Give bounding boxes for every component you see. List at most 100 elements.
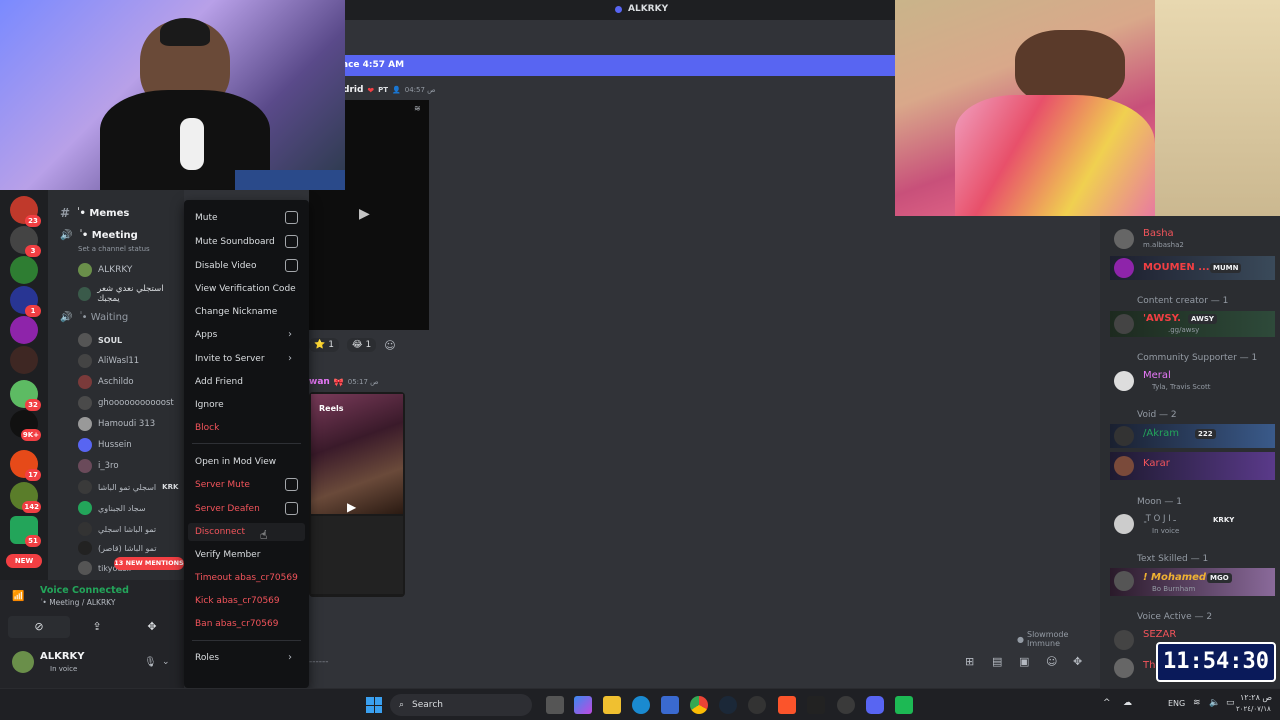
channel-meeting[interactable]: 🔊 ٰ • Meeting: [60, 230, 138, 241]
server-icon[interactable]: [10, 256, 38, 284]
checkbox[interactable]: [285, 259, 298, 272]
member-name[interactable]: Meral: [1143, 370, 1171, 381]
settings-gear-icon[interactable]: [748, 696, 766, 714]
edge-icon[interactable]: [632, 696, 650, 714]
server-icon[interactable]: 17: [10, 450, 41, 481]
menu-item-disconnect[interactable]: Disconnect: [195, 527, 245, 537]
menu-item-verify-member[interactable]: Verify Member: [195, 550, 260, 560]
server-icon[interactable]: 32: [10, 380, 41, 411]
file-explorer-icon[interactable]: [603, 696, 621, 714]
avatar[interactable]: [1114, 314, 1134, 334]
menu-item-server-mute[interactable]: Server Mute: [195, 480, 250, 490]
emoji-icon[interactable]: ☺: [1046, 655, 1057, 668]
username[interactable]: ALKRKY: [40, 651, 85, 662]
microphone-icon[interactable]: 🎙: [144, 657, 157, 668]
menu-item-change-nickname[interactable]: Change Nickname: [195, 307, 277, 317]
checkbox[interactable]: [285, 211, 298, 224]
server-icon[interactable]: 9K+: [10, 410, 41, 441]
member-name[interactable]: 'AWSY.: [1143, 313, 1181, 324]
reaction[interactable]: ⭐ 1: [309, 338, 339, 352]
add-server-icon[interactable]: 51: [10, 516, 41, 547]
menu-item-mute[interactable]: Mute: [195, 213, 218, 223]
reaction[interactable]: 😂 1: [346, 338, 377, 352]
voice-user[interactable]: ghooooooooooost: [78, 396, 174, 410]
menu-item-server-deafen[interactable]: Server Deafen: [195, 504, 260, 514]
menu-item-timeout[interactable]: Timeout abas_cr70569: [195, 573, 298, 583]
voice-user[interactable]: Hussein: [78, 438, 132, 452]
member-name[interactable]: SEZAR: [1143, 629, 1176, 640]
chevron-up-icon[interactable]: ^: [1103, 698, 1111, 708]
server-icon[interactable]: [10, 346, 38, 374]
voice-user[interactable]: i_3ro: [78, 459, 119, 473]
voice-user[interactable]: سجاد الجبناوي: [78, 501, 146, 515]
activities-icon[interactable]: ✥: [124, 616, 180, 638]
voice-channel[interactable]: ٰ • Meeting / ALKRKY: [40, 598, 115, 607]
channel-memes[interactable]: # ٰ • Memes: [60, 206, 129, 220]
chevron-down-icon[interactable]: ⌄: [162, 657, 170, 667]
member-name[interactable]: Karar: [1143, 458, 1170, 469]
new-mentions-pill[interactable]: 13 NEW MENTIONS: [114, 557, 184, 570]
taskbar-search[interactable]: ⌕ Search: [390, 694, 532, 716]
server-icon[interactable]: 3: [10, 226, 41, 257]
app-icon[interactable]: [837, 696, 855, 714]
avatar[interactable]: [1114, 630, 1134, 650]
avatar[interactable]: [1114, 514, 1134, 534]
reel-attachment[interactable]: Reels ▶: [309, 392, 405, 597]
voice-user[interactable]: استجلي نعدي شعر يمجبك: [78, 284, 184, 304]
settings-icon[interactable]: ≋: [414, 104, 421, 113]
play-icon[interactable]: ▶: [359, 206, 370, 222]
taskbar-time[interactable]: ص ١٢:٢٨: [1240, 693, 1272, 702]
menu-item-disable-video[interactable]: Disable Video: [195, 261, 256, 271]
avatar[interactable]: [1114, 258, 1134, 278]
avatar[interactable]: [1114, 571, 1134, 591]
menu-item-roles[interactable]: Roles: [195, 653, 219, 663]
checkbox[interactable]: [285, 502, 298, 515]
gift-icon[interactable]: ⊞: [965, 655, 974, 668]
avatar[interactable]: [1114, 456, 1134, 476]
menu-item-ban[interactable]: Ban abas_cr70569: [195, 619, 278, 629]
avatar[interactable]: [1114, 426, 1134, 446]
windows-start-icon[interactable]: [366, 697, 382, 713]
task-view-icon[interactable]: [546, 696, 564, 714]
new-badge[interactable]: NEW: [6, 554, 42, 568]
member-name[interactable]: MOUMEN ...: [1143, 262, 1210, 273]
menu-item-invite-to-server[interactable]: Invite to Server: [195, 354, 265, 364]
voice-user[interactable]: AliWasl11: [78, 354, 139, 368]
avatar[interactable]: [1114, 371, 1134, 391]
cloud-icon[interactable]: ☁: [1123, 698, 1132, 708]
app-icon[interactable]: [895, 696, 913, 714]
checkbox[interactable]: [285, 235, 298, 248]
message-author[interactable]: wan: [309, 377, 330, 387]
channel-status-text[interactable]: Set a channel status: [78, 245, 150, 253]
volume-icon[interactable]: 🔈: [1209, 698, 1220, 708]
discord-icon[interactable]: [866, 696, 884, 714]
add-reaction-icon[interactable]: ☺: [384, 339, 395, 352]
avatar[interactable]: [1114, 229, 1134, 249]
voice-user[interactable]: (قاصر) تمو الباشا: [78, 541, 156, 555]
capcut-icon[interactable]: [807, 696, 825, 714]
member-name[interactable]: ٍ T O J I ـ: [1143, 514, 1176, 524]
apps-icon[interactable]: ✥: [1073, 655, 1082, 668]
voice-user[interactable]: تمو الباشا اسجلي: [78, 522, 156, 536]
voice-user[interactable]: اسجلي تمو الباشا KRK: [78, 480, 178, 494]
battery-icon[interactable]: ▭: [1226, 698, 1235, 708]
sticker-icon[interactable]: ▣: [1019, 655, 1029, 668]
taskbar-date[interactable]: ٢٠٢٤/٠٧/١٨: [1236, 705, 1271, 713]
member-name[interactable]: Basha: [1143, 228, 1174, 239]
message-author[interactable]: drid: [343, 85, 363, 95]
menu-item-add-friend[interactable]: Add Friend: [195, 377, 243, 387]
voice-user[interactable]: Aschildo: [78, 375, 134, 389]
brave-icon[interactable]: [778, 696, 796, 714]
video-off-icon[interactable]: ⊘: [8, 616, 70, 638]
menu-item-mute-soundboard[interactable]: Mute Soundboard: [195, 237, 275, 247]
member-name[interactable]: /Akram: [1143, 428, 1179, 439]
voice-user[interactable]: Hamoudi 313: [78, 417, 155, 431]
server-icon[interactable]: 142: [10, 482, 41, 513]
steam-icon[interactable]: [719, 696, 737, 714]
menu-item-verification-code[interactable]: View Verification Code: [195, 284, 296, 294]
menu-item-block[interactable]: Block: [195, 423, 219, 433]
menu-item-kick[interactable]: Kick abas_cr70569: [195, 596, 280, 606]
wifi-icon[interactable]: ≋: [1193, 698, 1201, 708]
copilot-icon[interactable]: [574, 696, 592, 714]
avatar[interactable]: [1114, 658, 1134, 678]
